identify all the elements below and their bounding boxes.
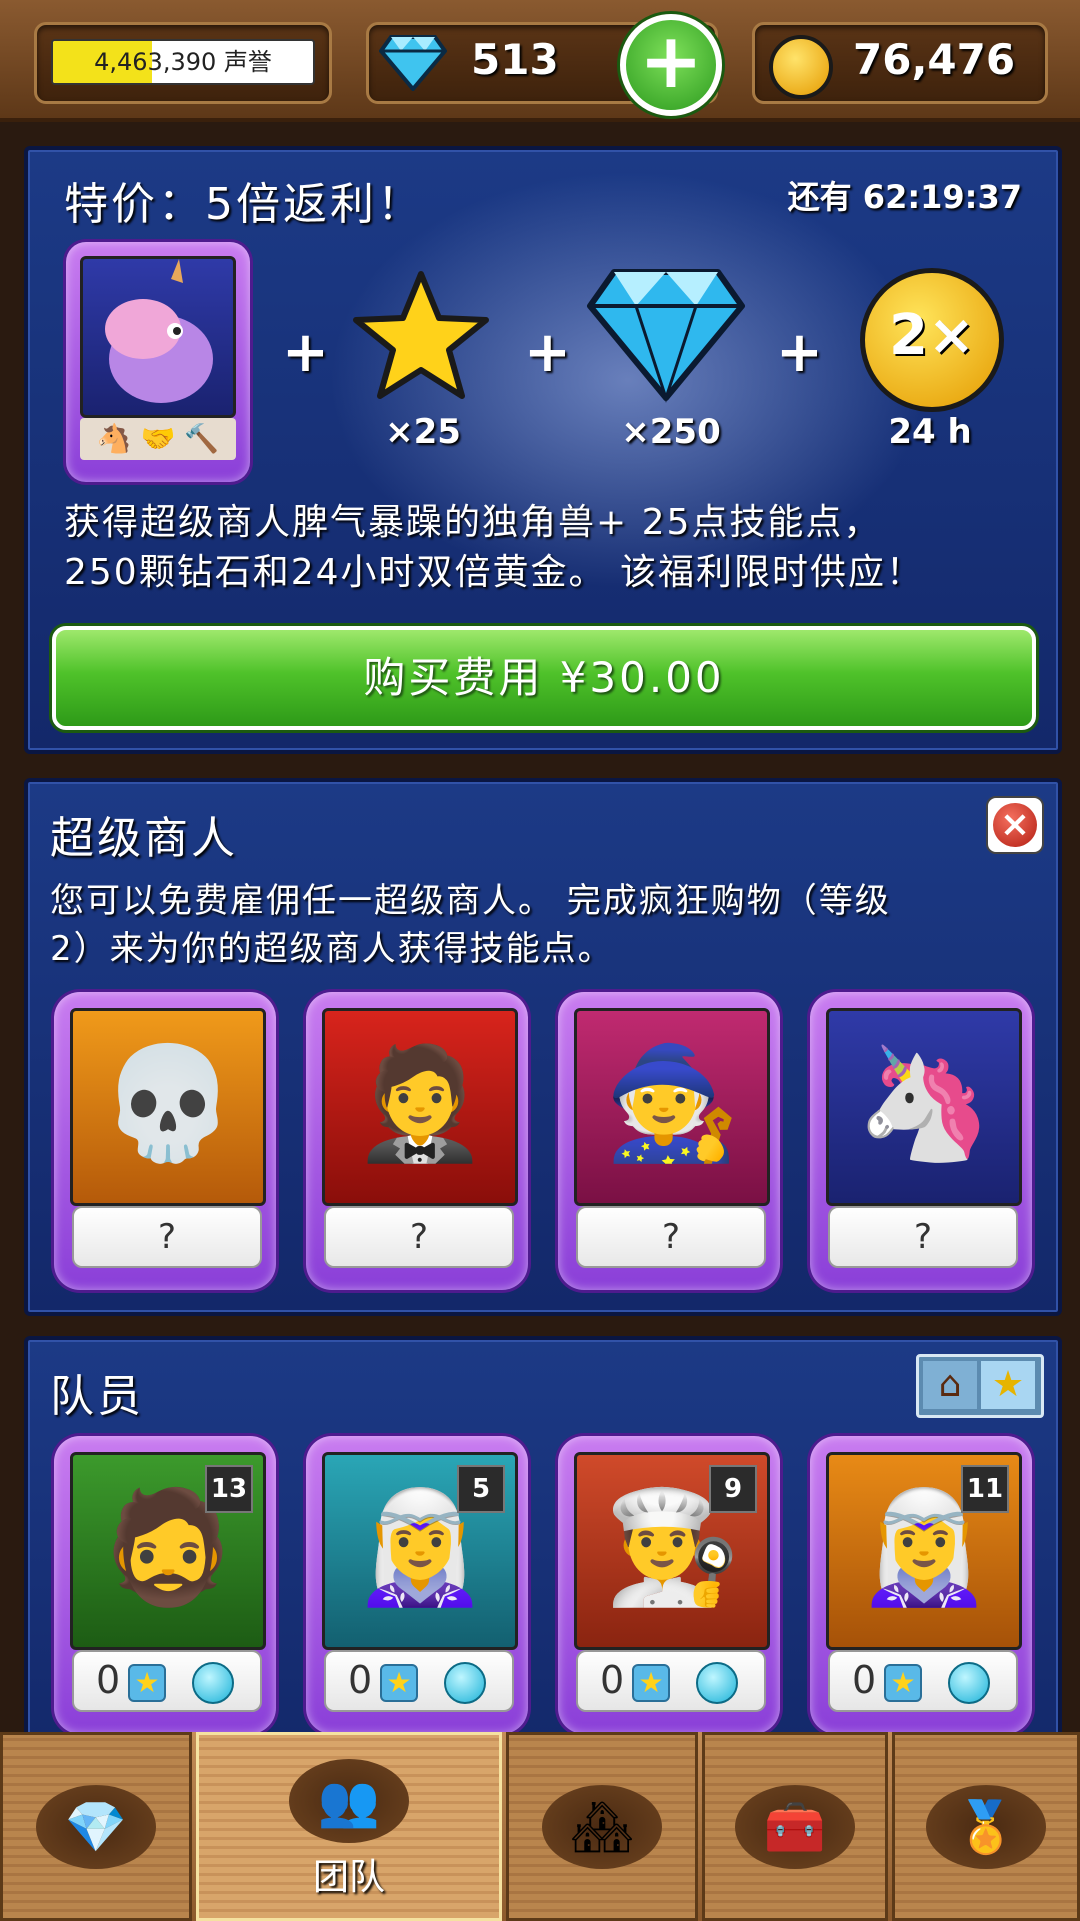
star-icon-small: ★	[632, 1664, 670, 1702]
nav-tab-chest[interactable]: 🧰	[702, 1732, 888, 1921]
team-member-chef[interactable]: 👨‍🍳 9 0 ★	[558, 1436, 780, 1734]
nav-tab-town[interactable]: 🏘	[506, 1732, 698, 1921]
skill-row: 0 ★	[828, 1650, 1018, 1712]
sage-portrait: 🧙	[574, 1008, 770, 1206]
super-merchants-desc-1: 您可以免费雇佣任一超级商人。 完成疯狂购物（等级	[50, 881, 891, 921]
buy-offer-button[interactable]: 购买费用 ¥30.00	[52, 626, 1036, 730]
merchant-price-0: ?	[72, 1206, 262, 1268]
diamond-icon	[379, 35, 447, 91]
gems-count: 513	[471, 35, 559, 84]
sort-home-button[interactable]: ⌂	[923, 1361, 977, 1409]
medal-icon: 🏅	[926, 1784, 1046, 1869]
unicorn-portrait-2: 🦄	[826, 1008, 1022, 1206]
unicorn-icon	[105, 259, 213, 403]
star-icon-small: ★	[884, 1664, 922, 1702]
team-title: 队员	[50, 1371, 144, 1422]
sort-star-button[interactable]: ★	[981, 1361, 1035, 1409]
skeleton-icon: 💀	[99, 1039, 237, 1168]
treasure-chest-icon: 🧰	[735, 1784, 855, 1869]
level-badge: 11	[961, 1465, 1009, 1513]
skill-points: 0	[600, 1658, 625, 1702]
team-icon: 👥	[289, 1758, 409, 1843]
merchant-price-2: ?	[576, 1206, 766, 1268]
coins-count: 76,476	[853, 35, 1016, 84]
diamond-icon-large	[587, 269, 745, 403]
sort-buttons: ⌂ ★	[916, 1354, 1044, 1418]
merchant-card-sage[interactable]: 🧙 ?	[558, 992, 780, 1290]
plus-2: +	[524, 320, 571, 385]
star-icon	[353, 271, 489, 399]
reputation-text: 4,463,390 声誉	[94, 48, 272, 76]
coins-pill: 76,476	[752, 22, 1048, 104]
stars-qty: ×25	[385, 412, 461, 452]
gem-orb-icon	[948, 1662, 990, 1704]
elf-artist-portrait: 🧝‍♀️ 11	[826, 1452, 1022, 1650]
nav-tab-shop[interactable]: 💎	[0, 1732, 192, 1921]
nav-label-team: 团队	[312, 1857, 385, 1898]
star-icon-small: ★	[380, 1664, 418, 1702]
close-icon: ×	[993, 803, 1037, 847]
offer-description-2: 250颗钻石和24小时双倍黄金。 该福利限时供应！	[64, 552, 924, 593]
merchant-price-1: ?	[324, 1206, 514, 1268]
skill-points: 0	[96, 1658, 121, 1702]
gold-boost-icon: 2×	[860, 268, 1004, 412]
merchant-card-unicorn[interactable]: 🦄 ?	[810, 992, 1032, 1290]
team-member-elf-artist[interactable]: 🧝‍♀️ 11 0 ★	[810, 1436, 1032, 1734]
wizard-portrait: 🧔 13	[70, 1452, 266, 1650]
super-merchants-desc-2: 2）来为你的超级商人获得技能点。	[50, 929, 614, 969]
close-button[interactable]: ×	[986, 796, 1044, 854]
gold-boost-duration: 24 h	[888, 412, 972, 452]
gentleman-portrait: 🤵	[322, 1008, 518, 1206]
level-badge: 9	[709, 1465, 757, 1513]
gem-orb-icon	[696, 1662, 738, 1704]
merchant-card-skeleton[interactable]: 💀 ?	[54, 992, 276, 1290]
team-panel: 队员 ⌂ ★ 🧔 13 0 ★ 🧝‍♀️ 5 0 ★ 👨‍🍳 9 0 ★ 🧝	[24, 1336, 1062, 1764]
unicorn-skill-icons: 🐴 🤝 🔨	[80, 418, 236, 460]
level-badge: 5	[457, 1465, 505, 1513]
merchant-price-3: ?	[828, 1206, 1018, 1268]
super-merchants-panel: 超级商人 × 您可以免费雇佣任一超级商人。 完成疯狂购物（等级 2）来为你的超级…	[24, 778, 1062, 1316]
buy-gems-button[interactable]: +	[620, 14, 722, 116]
star-icon-small: ★	[128, 1664, 166, 1702]
offer-title: 特价：5倍返利！	[64, 179, 424, 230]
team-member-elf-alchemist[interactable]: 🧝‍♀️ 5 0 ★	[306, 1436, 528, 1734]
offer-unicorn-card: 🐴 🤝 🔨	[66, 242, 250, 482]
gems-shop-icon: 💎	[36, 1784, 156, 1869]
merchant-card-gentleman[interactable]: 🤵 ?	[306, 992, 528, 1290]
elf-alchemist-portrait: 🧝‍♀️ 5	[322, 1452, 518, 1650]
gem-orb-icon	[192, 1662, 234, 1704]
gems-qty: ×250	[621, 412, 721, 452]
skill-row: 0 ★	[72, 1650, 262, 1712]
coin-icon	[769, 35, 833, 99]
chef-portrait: 👨‍🍳 9	[574, 1452, 770, 1650]
sage-icon: 🧙	[603, 1039, 741, 1168]
skill-points: 0	[348, 1658, 373, 1702]
reputation-pill: 4,463,390 声誉	[34, 22, 332, 104]
skill-points: 0	[852, 1658, 877, 1702]
level-badge: 13	[205, 1465, 253, 1513]
skill-row: 0 ★	[324, 1650, 514, 1712]
unicorn-icon-2: 🦄	[855, 1039, 993, 1168]
offer-description-1: 获得超级商人脾气暴躁的独角兽+ 25点技能点，	[64, 502, 882, 543]
bottom-nav: 💎 👥 团队 🏘 🧰 🏅	[0, 1732, 1080, 1921]
skill-row: 0 ★	[576, 1650, 766, 1712]
reputation-bar: 4,463,390 声誉	[51, 39, 315, 85]
houses-icon: 🏘	[542, 1784, 662, 1869]
gem-orb-icon	[444, 1662, 486, 1704]
team-member-wizard[interactable]: 🧔 13 0 ★	[54, 1436, 276, 1734]
plus-3: +	[776, 320, 823, 385]
unicorn-portrait	[80, 256, 236, 418]
offer-timer: 还有 62:19:37	[787, 178, 1022, 216]
top-bar: 4,463,390 声誉 513 + 76,476	[0, 0, 1080, 122]
special-offer-panel: 特价：5倍返利！ 还有 62:19:37 🐴 🤝 🔨 + ×25 + ×250 …	[24, 146, 1062, 754]
nav-tab-team[interactable]: 👥 团队	[196, 1732, 502, 1921]
skeleton-portrait: 💀	[70, 1008, 266, 1206]
gentleman-icon: 🤵	[351, 1039, 489, 1168]
plus-1: +	[282, 320, 329, 385]
super-merchants-title: 超级商人	[50, 813, 238, 864]
nav-tab-awards[interactable]: 🏅	[892, 1732, 1080, 1921]
